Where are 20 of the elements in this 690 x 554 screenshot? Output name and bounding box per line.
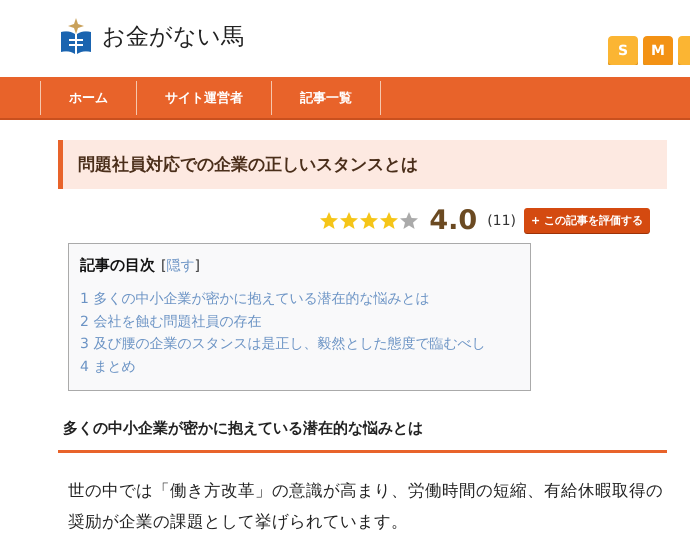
nav-link[interactable]: 記事一覧 — [271, 80, 381, 114]
toc-toggle: [隠す] — [161, 257, 200, 275]
toc-link[interactable]: 3 及び腰の企業のスタンスは是正し、毅然とした態度で臨むべし — [80, 333, 520, 356]
book-logo-icon — [60, 18, 92, 54]
hide-link[interactable]: 隠す — [166, 258, 194, 274]
site-title[interactable]: お金がない馬 — [102, 20, 244, 52]
rating-count: (11) — [487, 212, 516, 228]
toc-link[interactable]: 2 会社を蝕む問題社員の存在 — [80, 310, 520, 333]
toc-link[interactable]: 4 まとめ — [80, 356, 520, 378]
section-heading: 多くの中小企業が密かに抱えている潜在的な悩みとは — [58, 415, 667, 453]
rate-article-button[interactable]: + この記事を評価する — [524, 208, 650, 233]
toc-title: 記事の目次 — [80, 256, 155, 275]
nav-link[interactable]: サイト運営者 — [136, 80, 271, 114]
rating-score: 4.0 — [429, 205, 478, 236]
font-size-button[interactable]: M — [643, 36, 673, 65]
toc-link[interactable]: 1 多くの中小企業が密かに抱えている潜在的な悩みとは — [80, 288, 520, 310]
nav-link[interactable]: ホーム — [40, 80, 136, 114]
font-size-button[interactable]: S — [608, 36, 638, 65]
paragraph: 世の中では「働き方改革」の意識が高まり、労働時間の短縮、有給休暇取得の奨励が企業の課題として挙げられています。 — [68, 480, 664, 533]
article-title: 問題社員対応での企業の正しいスタンスとは — [58, 140, 667, 189]
